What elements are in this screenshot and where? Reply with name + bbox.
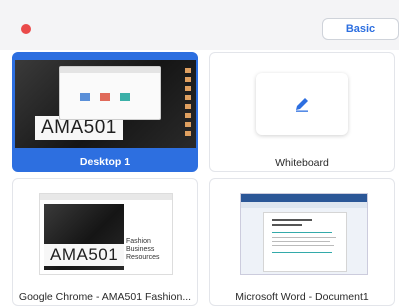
tile-label: Microsoft Word - Document1 [235,291,369,303]
word-thumb-page [263,212,347,272]
tile-microsoft-word[interactable]: Microsoft Word - Document1 [209,178,395,306]
desktop-thumb-dock [185,68,191,138]
tile-label: Whiteboard [275,157,329,169]
tile-label: Desktop 1 [79,156,131,168]
tile-desktop-1[interactable]: AMA501 Desktop 1 [12,52,198,172]
tile-google-chrome[interactable]: AMA501 Fashion Business Resources Google… [12,178,198,306]
tile-whiteboard[interactable]: Whiteboard [209,52,395,172]
chrome-thumb-subtitle: Fashion Business Resources [126,238,160,261]
pencil-icon [296,98,308,112]
desktop-thumb-window [59,66,161,120]
chrome-thumbnail: AMA501 Fashion Business Resources [39,193,173,275]
share-grid: AMA501 Desktop 1 Whiteboard AMA501 Fashi… [0,50,399,306]
tile-label: Google Chrome - AMA501 Fashion... [18,291,192,303]
basic-button[interactable]: Basic [322,18,399,40]
close-button[interactable] [21,24,31,34]
desktop-thumbnail: AMA501 [15,60,196,148]
word-thumbnail [240,193,368,275]
whiteboard-thumbnail [256,73,348,135]
chrome-thumb-title: AMA501 [44,244,125,266]
